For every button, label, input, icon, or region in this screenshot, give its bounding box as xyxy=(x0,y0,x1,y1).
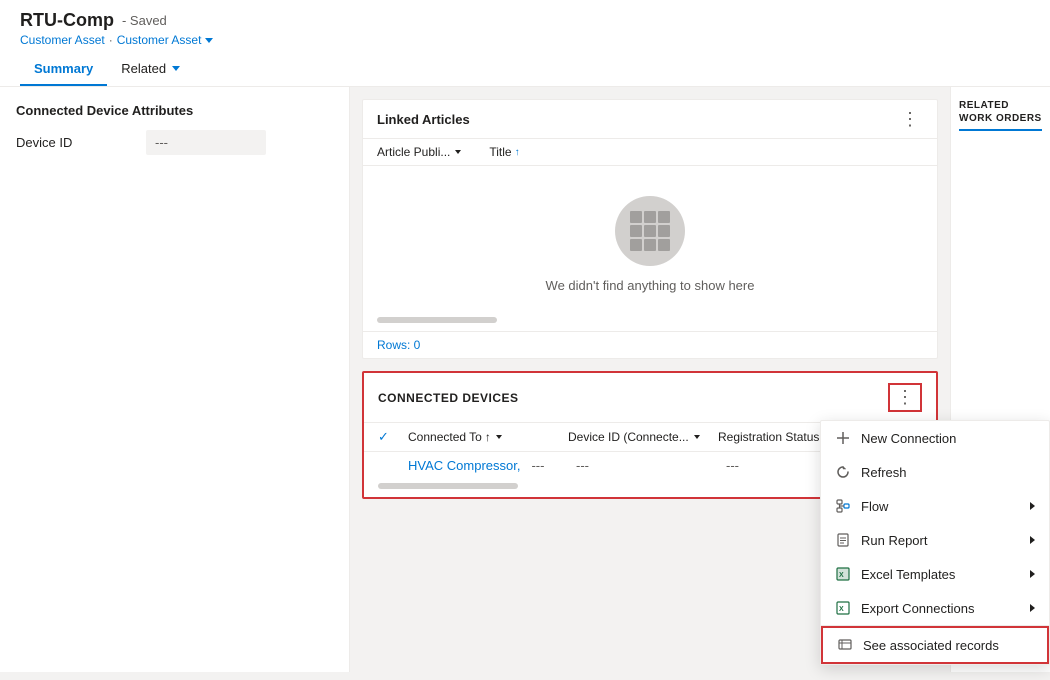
connected-to-chevron-icon xyxy=(496,435,502,439)
left-panel: Connected Device Attributes Device ID --… xyxy=(0,87,350,672)
grid-icon xyxy=(630,211,670,251)
rows-label: Rows: 0 xyxy=(363,331,937,358)
dropdown-menu: New Connection Refresh xyxy=(820,420,1050,665)
device-id-col-chevron-icon xyxy=(694,435,700,439)
related-chevron-icon xyxy=(172,66,180,71)
flow-label: Flow xyxy=(861,499,888,514)
article-publi-col-header[interactable]: Article Publi... xyxy=(377,145,461,159)
linked-articles-header: Linked Articles ⋮ xyxy=(363,100,937,139)
menu-item-refresh[interactable]: Refresh xyxy=(821,455,1049,489)
cd-dash-2: --- xyxy=(568,458,597,473)
saved-badge: - Saved xyxy=(122,13,167,28)
linked-articles-table-header: Article Publi... Title ↑ xyxy=(363,139,937,166)
menu-item-run-report[interactable]: Run Report xyxy=(821,523,1049,557)
see-associated-records-label: See associated records xyxy=(863,638,999,653)
breadcrumb-link-1[interactable]: Customer Asset xyxy=(20,33,105,47)
record-title-row: RTU-Comp - Saved xyxy=(20,10,1030,31)
tabs-row: Summary Related xyxy=(20,53,1030,86)
linked-articles-menu-button[interactable]: ⋮ xyxy=(897,110,923,128)
connected-devices-menu-button[interactable]: ⋮ xyxy=(888,383,922,412)
menu-item-flow[interactable]: Flow xyxy=(821,489,1049,523)
breadcrumb-link-2[interactable]: Customer Asset xyxy=(117,33,214,47)
article-publi-sort-icon xyxy=(455,150,461,154)
report-icon xyxy=(835,532,851,548)
breadcrumb: Customer Asset · Customer Asset xyxy=(20,33,1030,47)
hvac-compressor-link[interactable]: HVAC Compressor, xyxy=(408,458,520,473)
linked-articles-scrollbar[interactable] xyxy=(377,317,497,323)
cd-dash-3: --- xyxy=(718,458,747,473)
device-id-label: Device ID xyxy=(16,135,146,150)
breadcrumb-chevron-icon xyxy=(205,38,213,43)
breadcrumb-label-1: Customer Asset xyxy=(20,33,105,47)
breadcrumb-label-2: Customer Asset xyxy=(117,33,202,47)
breadcrumb-separator: · xyxy=(109,33,113,47)
device-id-value: --- xyxy=(146,130,266,155)
export-connections-chevron-icon xyxy=(1030,604,1035,612)
connected-to-col-header[interactable]: Connected To ↑ xyxy=(402,430,562,444)
empty-state: We didn't find anything to show here xyxy=(363,166,937,313)
menu-item-export-connections[interactable]: X Export Connections xyxy=(821,591,1049,625)
menu-item-see-associated-records[interactable]: See associated records xyxy=(821,626,1049,664)
associated-records-icon xyxy=(837,637,853,653)
flow-icon xyxy=(835,498,851,514)
refresh-icon xyxy=(835,464,851,480)
linked-articles-title: Linked Articles xyxy=(377,112,470,127)
excel-templates-chevron-icon xyxy=(1030,570,1035,578)
run-report-chevron-icon xyxy=(1030,536,1035,544)
checkmark-icon: ✓ xyxy=(378,429,389,444)
record-title: RTU-Comp xyxy=(20,10,114,31)
flow-chevron-icon xyxy=(1030,502,1035,510)
empty-icon xyxy=(615,196,685,266)
linked-articles-card: Linked Articles ⋮ Article Publi... Title… xyxy=(362,99,938,359)
export-connections-label: Export Connections xyxy=(861,601,974,616)
plus-icon xyxy=(835,430,851,446)
cd-check-col: ✓ xyxy=(378,429,402,445)
device-id-col-header[interactable]: Device ID (Connecte... xyxy=(562,430,712,444)
connected-devices-header: CONNECTED DEVICES ⋮ xyxy=(364,373,936,423)
empty-text: We didn't find anything to show here xyxy=(546,278,755,293)
connected-device-attributes-title: Connected Device Attributes xyxy=(16,103,333,118)
connected-devices-title: CONNECTED DEVICES xyxy=(378,391,519,405)
run-report-label: Run Report xyxy=(861,533,927,548)
title-col-header[interactable]: Title ↑ xyxy=(489,145,519,159)
device-id-field-row: Device ID --- xyxy=(16,130,333,163)
related-work-orders-title: RELATED WORK ORDERS xyxy=(959,99,1042,131)
top-header: RTU-Comp - Saved Customer Asset · Custom… xyxy=(0,0,1050,87)
refresh-label: Refresh xyxy=(861,465,907,480)
menu-item-excel-templates[interactable]: X Excel Templates xyxy=(821,557,1049,591)
tab-related[interactable]: Related xyxy=(107,53,194,86)
connected-devices-scrollbar[interactable] xyxy=(378,483,518,489)
title-sort-icon: ↑ xyxy=(515,147,520,158)
connected-to-sort-icon: ↑ xyxy=(485,430,491,444)
tab-summary[interactable]: Summary xyxy=(20,53,107,86)
excel-templates-icon: X xyxy=(835,566,851,582)
new-connection-label: New Connection xyxy=(861,431,956,446)
excel-templates-label: Excel Templates xyxy=(861,567,955,582)
svg-text:X: X xyxy=(839,572,844,579)
cd-dash-1: --- xyxy=(523,458,552,473)
menu-item-new-connection[interactable]: New Connection xyxy=(821,421,1049,455)
export-connections-icon: X xyxy=(835,600,851,616)
svg-text:X: X xyxy=(839,606,844,613)
